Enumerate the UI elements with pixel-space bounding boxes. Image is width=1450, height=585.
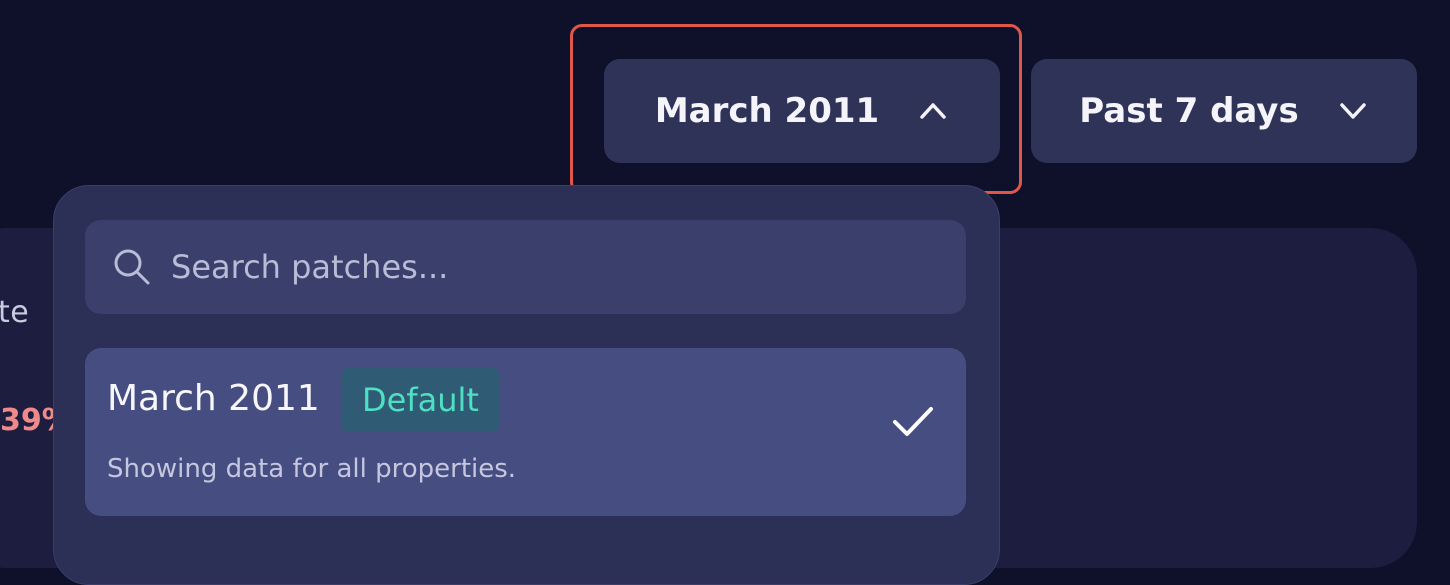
patch-dropdown: March 2011 Default Showing data for all … (53, 185, 1000, 585)
date-range-label: Past 7 days (1079, 91, 1299, 131)
search-icon (114, 249, 150, 285)
patch-option-description: Showing data for all properties. (107, 454, 517, 484)
patch-selector-label: March 2011 (654, 91, 880, 131)
check-icon (893, 407, 933, 436)
patch-option-title: March 2011 (107, 378, 320, 419)
card-label-partial: te (0, 295, 30, 330)
date-range-button[interactable]: Past 7 days (1031, 59, 1417, 163)
default-badge: Default (342, 368, 499, 432)
patch-search-input[interactable] (169, 247, 933, 287)
patch-option[interactable]: March 2011 Default Showing data for all … (85, 348, 966, 516)
patch-selector-button[interactable]: March 2011 (604, 59, 1000, 163)
patch-search-box[interactable] (85, 220, 966, 314)
chevron-down-icon (1339, 103, 1366, 119)
chevron-up-icon (920, 103, 946, 119)
